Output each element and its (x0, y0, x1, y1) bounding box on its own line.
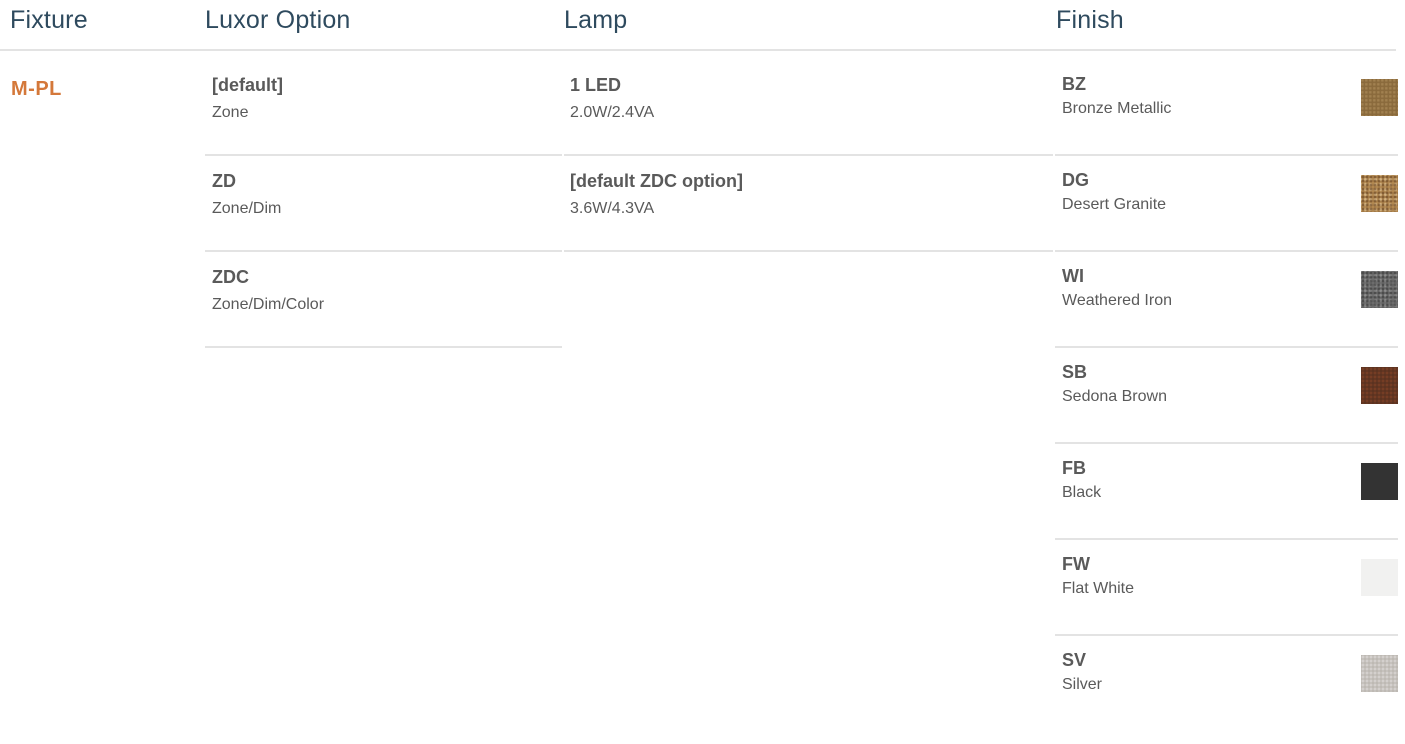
option-cell[interactable]: [default] Zone (205, 60, 562, 156)
finish-cell[interactable]: FB Black (1055, 444, 1398, 540)
luxor-option-column-heading: Luxor Option (205, 6, 351, 34)
option-cell[interactable]: ZD Zone/Dim (205, 156, 562, 252)
finish-description: Weathered Iron (1062, 292, 1172, 309)
option-description: Zone/Dim (212, 200, 282, 217)
lamp-code: 1 LED (570, 75, 622, 95)
bronze-metallic-swatch (1361, 79, 1398, 116)
finish-code: FW (1062, 554, 1090, 574)
finish-code: BZ (1062, 74, 1086, 94)
option-description: Zone (212, 104, 249, 121)
table-header: Fixture Luxor Option Lamp Finish (0, 0, 1405, 52)
sedona-brown-swatch (1361, 367, 1398, 404)
weathered-iron-swatch (1361, 271, 1398, 308)
finish-code: SV (1062, 650, 1087, 670)
finish-code: DG (1062, 170, 1089, 190)
lamp-column: 1 LED 2.0W/2.4VA [default ZDC option] 3.… (564, 60, 1053, 252)
finish-code: FB (1062, 458, 1086, 478)
lamp-cell[interactable]: [default ZDC option] 3.6W/4.3VA (564, 156, 1053, 252)
finish-description: Flat White (1062, 580, 1135, 597)
option-description: Zone/Dim/Color (212, 296, 325, 313)
option-cell[interactable]: ZDC Zone/Dim/Color (205, 252, 562, 348)
finish-cell[interactable]: DG Desert Granite (1055, 156, 1398, 252)
finish-column-heading: Finish (1056, 6, 1124, 34)
desert-granite-swatch (1361, 175, 1398, 212)
option-code: [default] (212, 75, 283, 95)
finish-description: Sedona Brown (1062, 388, 1167, 405)
finish-description: Silver (1062, 676, 1103, 693)
option-code: ZDC (212, 267, 249, 287)
finish-cell[interactable]: FW Flat White (1055, 540, 1398, 636)
finish-cell[interactable]: WI Weathered Iron (1055, 252, 1398, 348)
finish-code: SB (1062, 362, 1088, 382)
option-code: ZD (212, 171, 236, 191)
header-divider (0, 49, 1396, 51)
finish-cell[interactable]: BZ Bronze Metallic (1055, 60, 1398, 156)
finish-cell[interactable]: SV Silver (1055, 636, 1398, 732)
finish-column: BZ Bronze Metallic DG Desert Granite WI … (1055, 60, 1398, 732)
lamp-column-heading: Lamp (564, 6, 628, 34)
finish-code: WI (1062, 266, 1084, 286)
lamp-description: 2.0W/2.4VA (570, 104, 655, 121)
fixture-code: M-PL (11, 78, 62, 100)
finish-description: Black (1062, 484, 1102, 501)
lamp-cell[interactable]: 1 LED 2.0W/2.4VA (564, 60, 1053, 156)
lamp-description: 3.6W/4.3VA (570, 200, 655, 217)
lamp-code: [default ZDC option] (570, 171, 743, 191)
fixture-column-heading: Fixture (10, 6, 88, 34)
luxor-option-column: [default] Zone ZD Zone/Dim ZDC Zone/Dim/… (205, 60, 562, 348)
finish-cell[interactable]: SB Sedona Brown (1055, 348, 1398, 444)
finish-description: Bronze Metallic (1062, 100, 1172, 117)
flat-white-swatch (1361, 559, 1398, 596)
black-swatch (1361, 463, 1398, 500)
finish-description: Desert Granite (1062, 196, 1167, 213)
silver-swatch (1361, 655, 1398, 692)
